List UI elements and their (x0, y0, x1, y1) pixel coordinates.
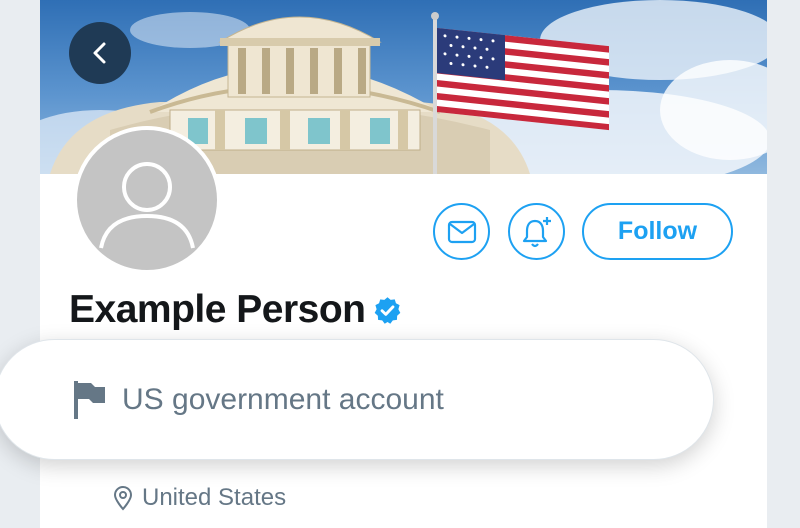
location-pin-icon (113, 486, 133, 511)
envelope-icon (447, 220, 476, 243)
notifications-button[interactable] (508, 203, 565, 260)
verified-badge-icon (375, 296, 401, 324)
government-label-text: US government account (122, 382, 444, 416)
name-row: Example Person (69, 288, 402, 332)
follow-button[interactable]: Follow (582, 203, 733, 260)
location-text: United States (142, 484, 287, 511)
back-button[interactable] (69, 22, 131, 84)
follow-button-label: Follow (617, 217, 698, 245)
profile-name: Example Person (69, 288, 366, 331)
flag-icon (74, 380, 105, 419)
message-button[interactable] (433, 203, 490, 260)
chevron-left-icon (93, 42, 106, 64)
bell-plus-icon (522, 216, 551, 247)
avatar[interactable] (73, 126, 221, 274)
government-label-pill[interactable]: US government account (0, 339, 714, 460)
location-row: United States (112, 484, 286, 512)
default-avatar-icon (99, 162, 195, 249)
